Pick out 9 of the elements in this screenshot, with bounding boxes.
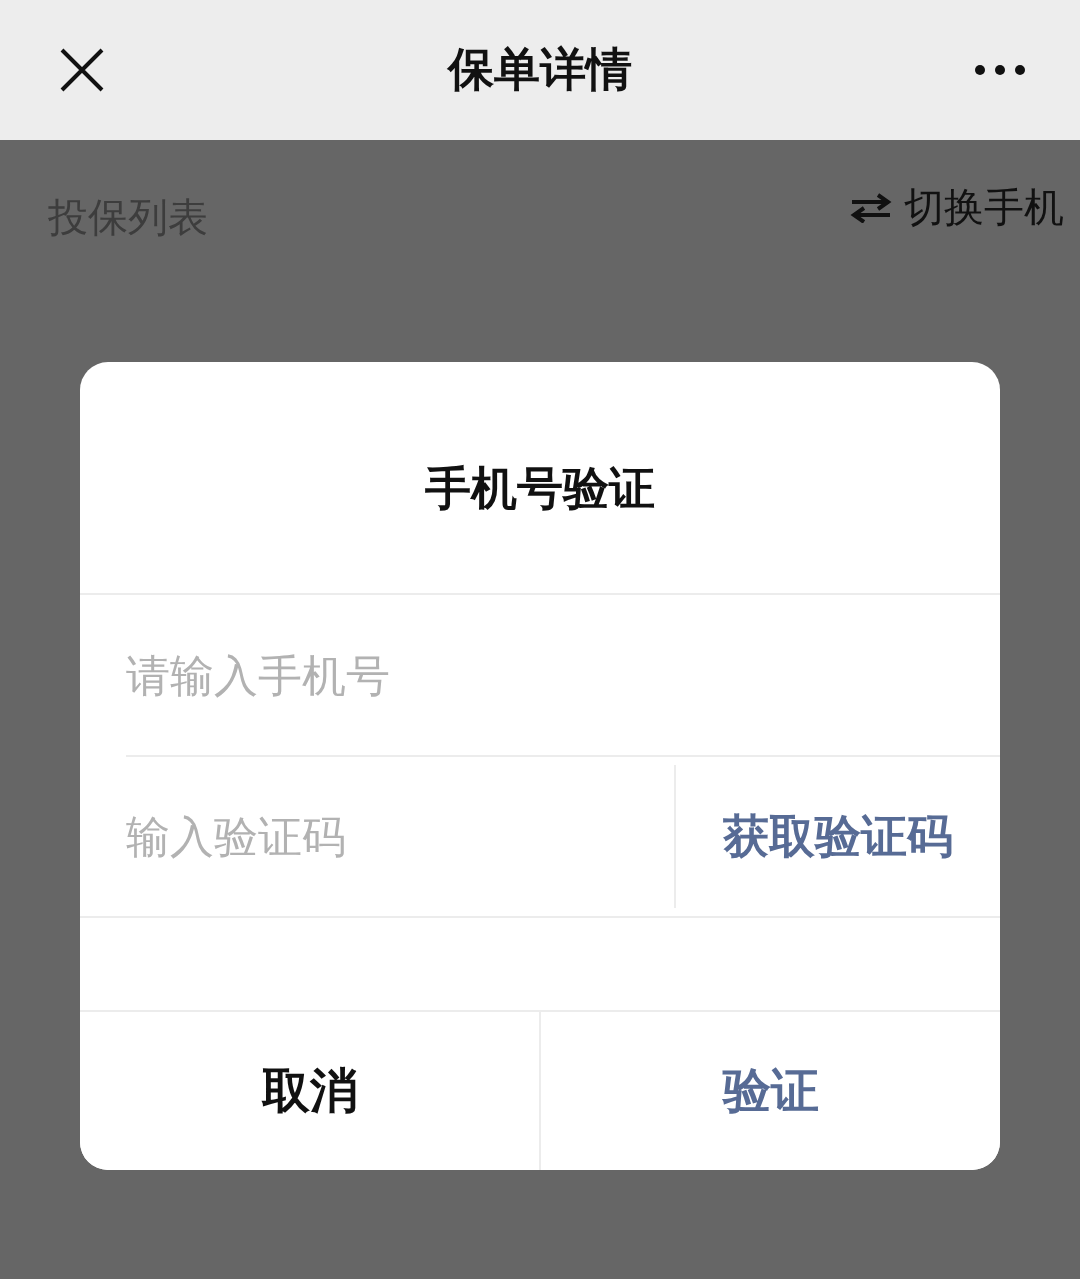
swap-icon[interactable] <box>850 192 892 223</box>
code-input-field[interactable]: 输入验证码 <box>126 757 674 916</box>
close-icon[interactable] <box>60 48 104 92</box>
page-title: 保单详情 <box>448 41 632 98</box>
switch-phone-link[interactable]: 切换手机 <box>904 180 1064 235</box>
dialog-title: 手机号验证 <box>80 362 1000 595</box>
phone-input-field[interactable]: 请输入手机号 <box>126 595 1000 755</box>
verify-button[interactable]: 验证 <box>539 1012 1000 1170</box>
more-icon[interactable] <box>974 64 1026 76</box>
